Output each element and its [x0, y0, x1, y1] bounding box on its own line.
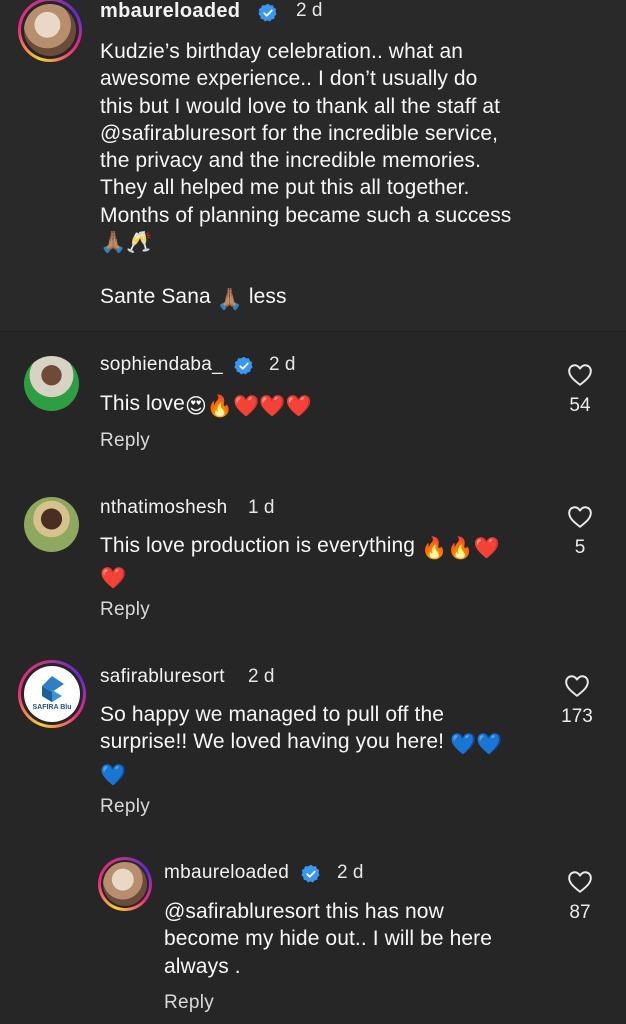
- comment-text-content: This love production is everything: [100, 534, 421, 557]
- reply-button[interactable]: Reply: [100, 796, 150, 818]
- avatar-photo: [103, 862, 147, 906]
- comment-text-content: surprise!! We loved having you here!: [100, 730, 450, 754]
- caption-line: Months of planning became such a success: [100, 203, 512, 227]
- comment-timestamp: 2 d: [248, 666, 275, 687]
- safira-logo-text: SAFIRA Blu: [32, 704, 72, 711]
- comment-emojis: ❤️: [100, 567, 127, 591]
- heart-outline-icon[interactable]: [567, 870, 593, 894]
- caption-line: awesome experience.. I don’t usually do: [100, 67, 478, 91]
- comment-username[interactable]: mbaureloaded: [164, 862, 289, 884]
- heart-outline-icon[interactable]: [567, 505, 593, 529]
- caption-closing-text: Sante Sana: [100, 285, 217, 308]
- comment-text: This love😍🔥❤️❤️❤️: [100, 390, 312, 420]
- reply-button[interactable]: Reply: [164, 992, 214, 1014]
- heart-outline-icon[interactable]: [564, 674, 590, 698]
- comment-text: This love production is everything 🔥🔥❤️ …: [100, 532, 500, 593]
- caption-line: @safirabluresort for the incredible serv…: [100, 121, 499, 145]
- caption-line: Kudzie’s birthday celebration.. what an: [100, 40, 464, 63]
- verified-badge-icon: [301, 864, 321, 884]
- caption-emoji-line: 🙏🏽🥂: [100, 231, 153, 255]
- reply-button[interactable]: Reply: [100, 599, 150, 621]
- avatar-photo: [24, 4, 76, 56]
- comment-username[interactable]: safirabluresort: [100, 666, 225, 688]
- caption-text: Kudzie’s birthday celebration.. what an …: [100, 38, 511, 256]
- commenter-avatar[interactable]: [98, 857, 152, 911]
- comment-username[interactable]: nthatimoshesh: [100, 497, 227, 519]
- praying-hands-emoji: 🙏🏽: [216, 288, 243, 311]
- comment-username[interactable]: sophiendaba_: [100, 354, 223, 376]
- caption-line: the privacy and the incredible memories.: [100, 149, 482, 173]
- comment-text: @safirabluresort this has now become my …: [164, 898, 492, 980]
- caption-timestamp: 2 d: [296, 0, 323, 21]
- caption-section: mbaureloaded 2 d Kudzie’s birthday celeb…: [0, 0, 626, 332]
- comment-timestamp: 1 d: [248, 497, 275, 518]
- verified-badge-icon: [258, 3, 278, 23]
- like-count: 87: [569, 902, 591, 923]
- comment-text-content: become my hide out.. I will be here: [164, 927, 492, 951]
- comment-emojis: 💙💙: [450, 733, 503, 757]
- like-count: 5: [574, 537, 586, 558]
- comment-emojis: 😍🔥❤️❤️❤️: [184, 395, 312, 418]
- caption-line: They all helped me put this all together…: [100, 176, 470, 200]
- comment-text: So happy we managed to pull off the surp…: [100, 701, 503, 789]
- comment-text-content: @safirabluresort this has now: [164, 900, 444, 923]
- verified-badge-icon: [234, 356, 254, 376]
- caption-username[interactable]: mbaureloaded: [100, 0, 240, 23]
- comment-text-content: So happy we managed to pull off the: [100, 703, 445, 726]
- caption-line: this but I would love to thank all the s…: [100, 94, 501, 118]
- comment-emojis: 💙: [100, 763, 127, 787]
- comment-text-content: This love: [100, 392, 185, 415]
- commenter-avatar[interactable]: SAFIRA Blu: [18, 660, 86, 728]
- like-count: 54: [569, 395, 591, 416]
- comment-emojis: 🔥🔥❤️: [421, 537, 500, 560]
- caption-closing: Sante Sana 🙏🏽 less: [100, 283, 287, 313]
- comment-timestamp: 2 d: [269, 354, 296, 375]
- commenter-avatar[interactable]: [24, 356, 79, 411]
- less-toggle[interactable]: less: [243, 285, 287, 308]
- reply-button[interactable]: Reply: [100, 430, 150, 452]
- comment-timestamp: 2 d: [337, 862, 364, 883]
- heart-outline-icon[interactable]: [567, 363, 593, 387]
- caption-avatar[interactable]: [18, 0, 82, 62]
- safira-logo-icon: [42, 676, 64, 702]
- like-count: 173: [561, 706, 593, 727]
- commenter-avatar[interactable]: [24, 497, 79, 552]
- comment-text-content: always .: [164, 954, 241, 978]
